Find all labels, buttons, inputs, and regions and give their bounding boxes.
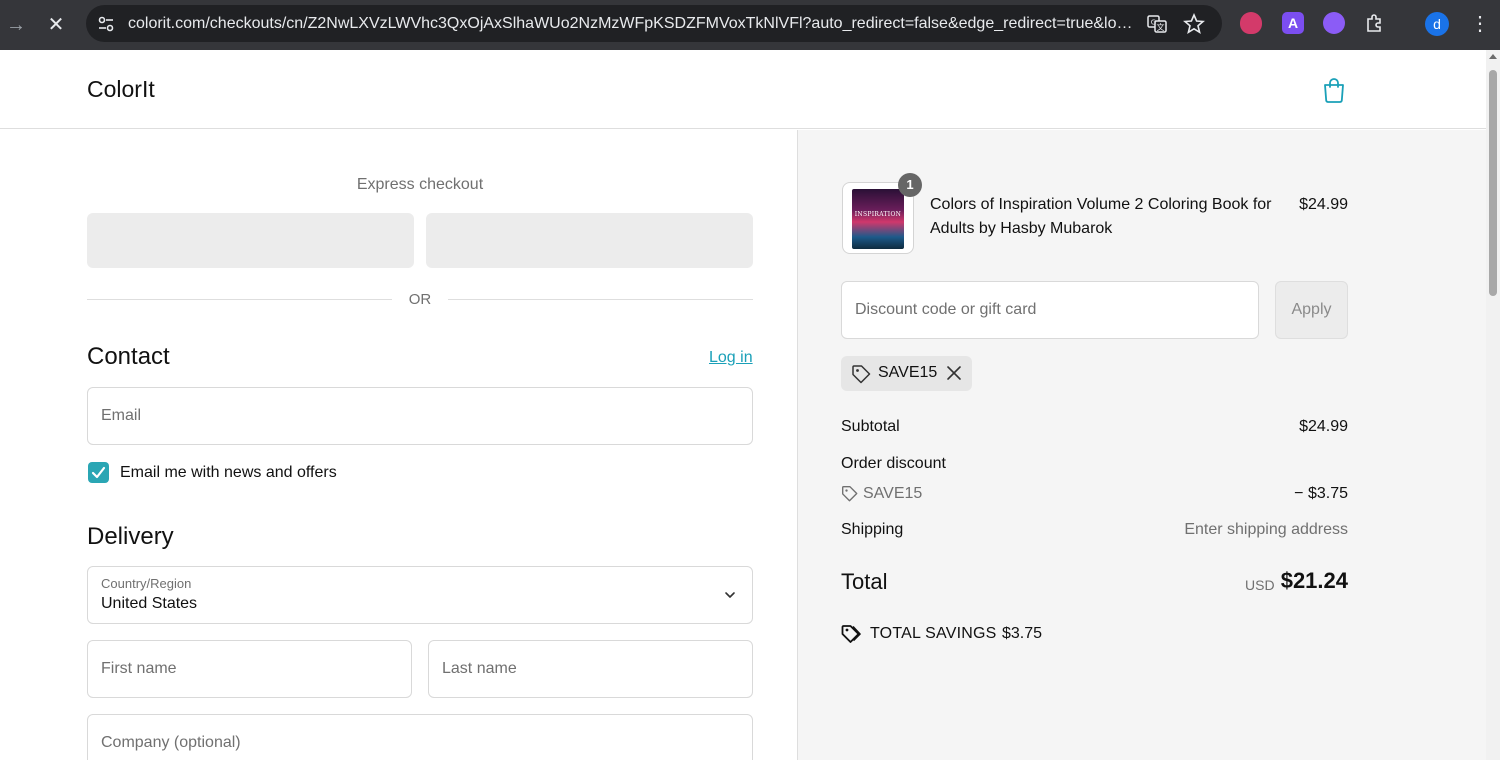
first-name-field[interactable]: First name [87,640,412,698]
translate-icon[interactable]: 文 G [1146,13,1168,35]
subtotal-value: $24.99 [1299,418,1348,435]
quantity-badge: 1 [898,173,922,197]
email-field[interactable]: Email [87,387,753,445]
or-divider: OR [87,290,753,310]
login-link[interactable]: Log in [709,349,753,367]
shipping-value: Enter shipping address [1184,521,1348,538]
total-value: $21.24 [1280,568,1348,593]
extension-purple-icon[interactable] [1323,12,1345,34]
express-pay-button-2[interactable] [426,213,753,268]
svg-text:G: G [1151,19,1156,27]
country-select[interactable]: Country/Region United States [87,566,753,624]
email-placeholder: Email [101,407,142,424]
product-name: Colors of Inspiration Volume 2 Coloring … [930,196,1272,237]
forward-icon[interactable]: → [4,13,28,37]
store-logo[interactable]: ColorIt [87,76,155,103]
last-name-field[interactable]: Last name [428,640,753,698]
profile-avatar[interactable]: d [1425,12,1449,36]
last-name-placeholder: Last name [442,660,517,677]
country-label: Country/Region [101,576,192,591]
ublock-icon[interactable] [1240,12,1262,34]
discount-tag-icon [842,486,858,502]
browser-toolbar: → ✕ colorit.com/checkouts/cn/Z2NwLXVzLWV… [0,0,1500,50]
page-scrollbar[interactable] [1486,50,1500,760]
shopping-bag-icon[interactable] [1322,77,1346,103]
order-discount-label: Order discount [841,455,946,472]
site-info-icon[interactable] [96,14,116,34]
svg-text:文: 文 [1157,22,1165,32]
total-label: Total [841,569,888,594]
total-savings-label: TOTAL SAVINGS [870,625,997,642]
star-icon[interactable] [1183,13,1205,35]
order-discount-code: SAVE15 [863,485,923,502]
apply-button[interactable]: Apply [1275,281,1348,339]
remove-code-icon[interactable] [945,364,963,382]
scroll-thumb[interactable] [1489,70,1497,296]
checkmark-icon [91,466,106,479]
shop-header: ColorIt [0,50,1486,129]
applied-code-chip: SAVE15 [841,356,972,391]
express-pay-button-1[interactable] [87,213,414,268]
book-cover-title: INSPIRATION [854,211,902,218]
country-value: United States [101,595,198,612]
tag-icon [852,365,871,384]
company-placeholder: Company (optional) [101,734,241,751]
subtotal-label: Subtotal [841,418,900,435]
product-price: $24.99 [1299,196,1348,213]
scroll-up-icon[interactable] [1489,54,1497,59]
shipping-label: Shipping [841,521,904,538]
address-bar[interactable]: colorit.com/checkouts/cn/Z2NwLXVzLWVhc3Q… [86,5,1222,42]
order-discount-value: − $3.75 [1294,485,1348,502]
puzzle-icon[interactable] [1364,12,1386,34]
extension-a-icon[interactable]: A [1282,12,1304,34]
checkout-form: Express checkout OR Contact Log in Email… [0,130,797,760]
total-savings-value: $3.75 [1002,625,1043,642]
order-summary: INSPIRATION 1 Colors of Inspiration Volu… [798,130,1486,760]
url-text[interactable]: colorit.com/checkouts/cn/Z2NwLXVzLWVhc3Q… [128,15,1138,33]
stop-icon[interactable]: ✕ [44,13,68,37]
divider-line [448,299,753,300]
discount-placeholder: Discount code or gift card [855,301,1037,318]
book-cover-image: INSPIRATION [852,189,904,249]
chevron-down-icon [725,592,735,598]
savings-tag-icon [841,625,861,643]
newsletter-label[interactable]: Email me with news and offers [120,464,337,482]
newsletter-checkbox[interactable] [88,462,109,483]
applied-code: SAVE15 [878,364,938,381]
contact-title: Contact [87,343,170,370]
discount-code-input[interactable]: Discount code or gift card [841,281,1259,339]
delivery-title: Delivery [87,523,174,550]
kebab-menu-icon[interactable]: ⋮ [1470,12,1490,36]
first-name-placeholder: First name [101,660,177,677]
total-currency: USD [1245,577,1275,593]
express-checkout-title: Express checkout [356,176,484,193]
company-field[interactable]: Company (optional) [87,714,753,760]
